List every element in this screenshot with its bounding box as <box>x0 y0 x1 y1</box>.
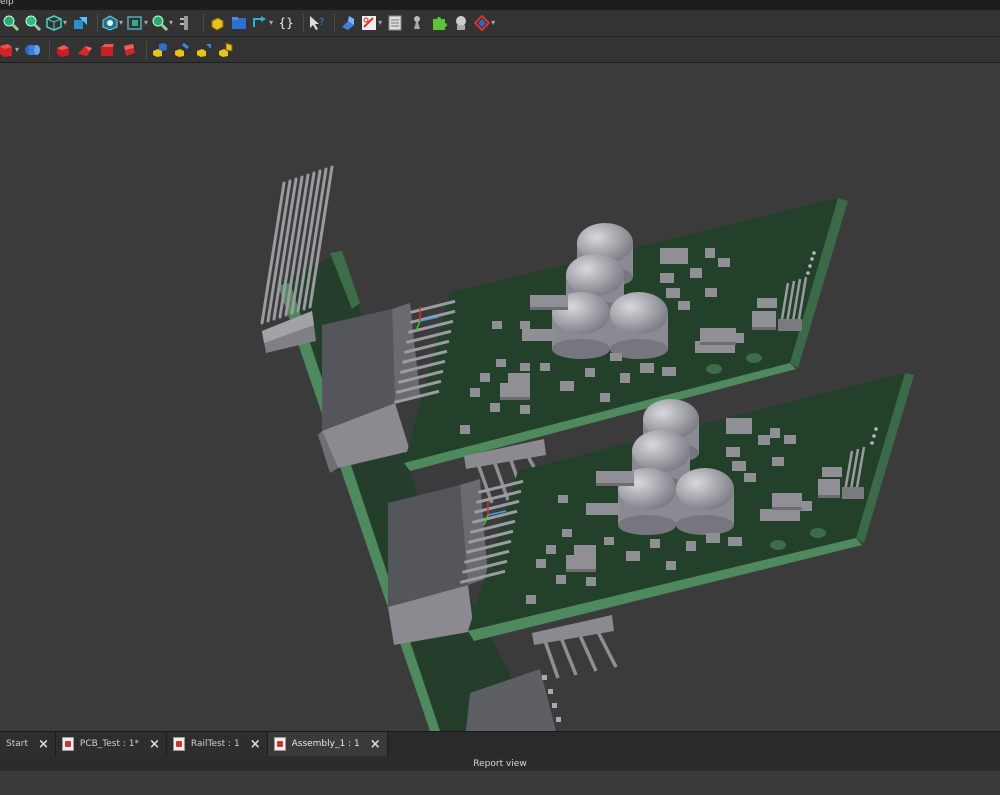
cursor-select-icon[interactable] <box>71 13 89 33</box>
tab-label: Start <box>6 739 28 749</box>
svg-text:?: ? <box>319 17 324 28</box>
tab-start[interactable]: Start × <box>0 732 56 756</box>
tab-pcb-test-1[interactable]: PCB_Test : 1* × <box>55 732 167 756</box>
whats-this-help-icon[interactable]: ? <box>308 13 326 33</box>
sketch-icon[interactable]: ▾ <box>361 13 382 33</box>
toolbar-separator <box>334 14 336 32</box>
chevron-down-icon[interactable]: ▾ <box>119 13 123 33</box>
chevron-down-icon[interactable]: ▾ <box>169 13 173 33</box>
chess-pawn-icon[interactable] <box>408 13 426 33</box>
report-view-header[interactable]: Report view <box>0 756 1000 771</box>
toolbar-separator <box>97 14 99 32</box>
bounding-box-icon[interactable]: ▾ <box>127 13 148 33</box>
3d-viewport[interactable] <box>0 63 1000 731</box>
assembly-solve-icon[interactable] <box>217 40 235 60</box>
link-icon[interactable]: ▾ <box>252 13 273 33</box>
part-design-icon[interactable] <box>339 13 357 33</box>
tab-assembly-1-1[interactable]: Assembly_1 : 1 × <box>267 732 388 756</box>
close-icon[interactable]: × <box>38 737 49 752</box>
close-icon[interactable]: × <box>370 737 381 752</box>
red-block-icon[interactable] <box>98 40 116 60</box>
edge-connector-upper[interactable] <box>318 303 420 473</box>
zoom-icon[interactable]: ▾ <box>152 13 173 33</box>
interboard-pins-lower[interactable] <box>532 615 618 679</box>
chevron-down-icon[interactable]: ▾ <box>63 13 67 33</box>
report-view-panel[interactable] <box>0 771 1000 795</box>
chevron-down-icon[interactable]: ▾ <box>15 40 19 60</box>
isometric-cube-icon[interactable]: ▾ <box>46 13 67 33</box>
close-icon[interactable]: × <box>149 737 160 752</box>
red-cube-icon[interactable]: ▾ <box>0 40 19 60</box>
toolbar-separator <box>203 14 205 32</box>
toolbar-view: ▾ ▾ ▾ ▾ ▾ {} ? ▾ ▾ <box>0 10 1000 37</box>
macro-braces-icon[interactable]: {} <box>277 13 295 33</box>
chevron-down-icon[interactable]: ▾ <box>144 13 148 33</box>
menu-help[interactable]: elp <box>0 0 14 7</box>
toolbar-part: ▾ <box>0 37 1000 63</box>
menu-bar[interactable]: elp <box>0 0 1000 10</box>
chevron-down-icon[interactable]: ▾ <box>269 13 273 33</box>
assembly-insert-icon[interactable] <box>173 40 191 60</box>
tab-label: Assembly_1 : 1 <box>291 739 360 749</box>
toolbar-separator <box>146 40 148 59</box>
red-box-icon[interactable] <box>54 40 72 60</box>
toolbar-separator <box>303 14 305 32</box>
document-tab-bar: Start × PCB_Test : 1* × RailTest : 1 × Assembl… <box>0 731 1000 756</box>
zoom-fit-all-icon[interactable] <box>2 13 20 33</box>
create-part-icon[interactable] <box>208 13 226 33</box>
document-icon <box>172 737 185 751</box>
create-group-icon[interactable] <box>230 13 248 33</box>
assembly-constraint-icon[interactable] <box>151 40 169 60</box>
blue-cylinder-icon[interactable] <box>23 40 41 60</box>
draw-style-icon[interactable]: ▾ <box>102 13 123 33</box>
puzzle-piece-icon[interactable] <box>430 13 448 33</box>
report-view-title: Report view <box>473 759 527 769</box>
chevron-down-icon[interactable]: ▾ <box>378 13 382 33</box>
red-wedge-icon[interactable] <box>76 40 94 60</box>
pcb-assembly-scene[interactable] <box>0 63 1000 731</box>
assembly-move-icon[interactable] <box>195 40 213 60</box>
tab-label: RailTest : 1 <box>190 739 240 749</box>
robot-arm-icon[interactable] <box>452 13 470 33</box>
chevron-down-icon[interactable]: ▾ <box>491 13 495 33</box>
tab-railtest-1[interactable]: RailTest : 1 × <box>166 732 268 756</box>
measure-icon[interactable] <box>177 13 195 33</box>
document-icon <box>273 737 286 751</box>
toolbar-separator <box>49 40 51 59</box>
close-icon[interactable]: × <box>250 737 261 752</box>
red-block-front-icon[interactable] <box>120 40 138 60</box>
workbench-diamond-icon[interactable]: ▾ <box>474 13 495 33</box>
spreadsheet-icon[interactable] <box>386 13 404 33</box>
document-icon <box>61 737 74 751</box>
zoom-fit-selection-icon[interactable] <box>24 13 42 33</box>
tab-label: PCB_Test : 1* <box>79 739 139 749</box>
